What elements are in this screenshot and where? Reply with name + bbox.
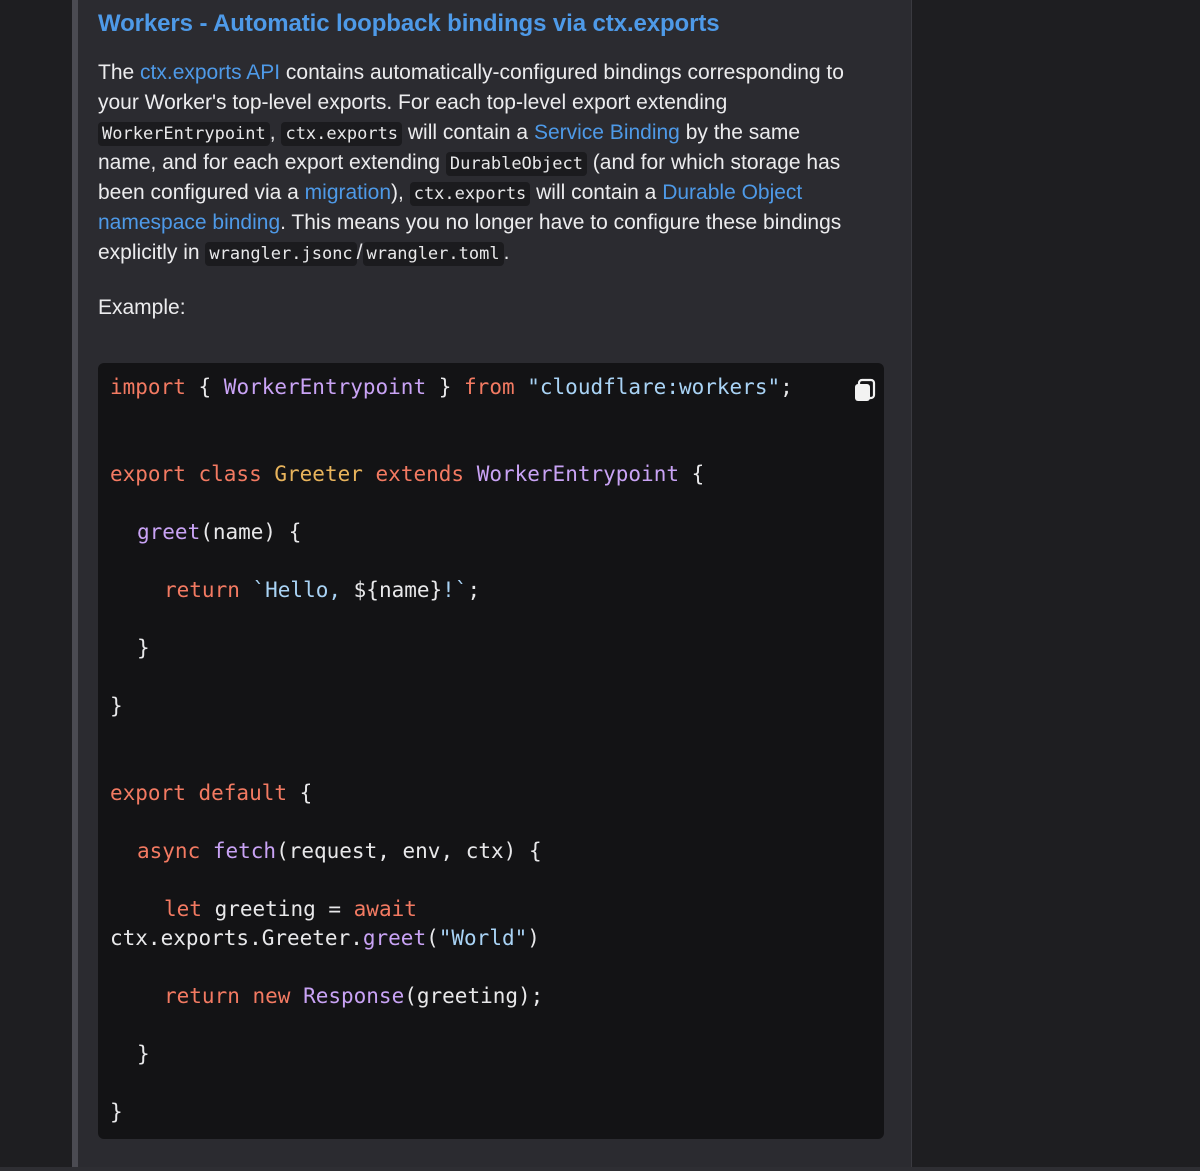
inline-code: WorkerEntrypoint: [98, 122, 270, 146]
desc-line-5: been configured via a migration), ctx.ex…: [98, 181, 803, 206]
code-line: export class Greeter extends WorkerEntry…: [110, 462, 705, 486]
bottom-divider: [0, 1167, 1200, 1171]
code-line: let greeting = await: [164, 897, 417, 921]
code-line: return new Response(greeting);: [164, 984, 544, 1008]
inline-code: wrangler.toml: [362, 242, 504, 266]
post-title[interactable]: Workers - Automatic loopback bindings vi…: [98, 10, 720, 38]
example-label: Example:: [98, 296, 186, 319]
inline-code: wrangler.jsonc: [205, 242, 357, 266]
desc-line-6: namespace binding. This means you no lon…: [98, 211, 842, 234]
desc-line-2: your Worker's top-level exports. For eac…: [98, 91, 728, 114]
code-line: }: [110, 694, 123, 718]
code-line: async fetch(request, env, ctx) {: [137, 839, 542, 863]
migration-link[interactable]: migration: [305, 181, 391, 204]
code-line: greet(name) {: [137, 520, 302, 544]
ctx-exports-api-link[interactable]: ctx.exports API: [140, 61, 280, 84]
namespace-binding-link[interactable]: namespace binding: [98, 211, 280, 234]
inline-code: ctx.exports: [409, 182, 531, 206]
code-line: import { WorkerEntrypoint } from "cloudf…: [110, 375, 793, 399]
post-description: The ctx.exports API contains automatical…: [98, 58, 888, 268]
code-line: }: [137, 1042, 150, 1066]
service-binding-link[interactable]: Service Binding: [534, 121, 680, 144]
right-pane: [912, 0, 1200, 1171]
code-line: export default {: [110, 781, 313, 805]
code-line: }: [110, 1100, 123, 1124]
desc-line-4: name, and for each export extending Dura…: [98, 151, 841, 176]
code-block[interactable]: import { WorkerEntrypoint } from "cloudf…: [98, 363, 884, 1139]
code-line: ctx.exports.Greeter.greet("World"): [110, 926, 540, 950]
desc-line-7: explicitly in wrangler.jsonc / wrangler.to…: [98, 241, 510, 266]
inline-code: DurableObject: [445, 152, 587, 176]
code-line: return `Hello, ${name}!`;: [164, 578, 481, 602]
code-line: }: [137, 636, 150, 660]
desc-line-1: The ctx.exports API contains automatical…: [98, 61, 844, 84]
desc-line-3: WorkerEntrypoint, ctx.exports will conta…: [98, 118, 888, 148]
copy-icon[interactable]: [852, 377, 878, 403]
left-pane: [0, 0, 72, 1171]
inline-code: ctx.exports: [281, 122, 403, 146]
durable-object-link[interactable]: Durable Object: [662, 181, 802, 204]
